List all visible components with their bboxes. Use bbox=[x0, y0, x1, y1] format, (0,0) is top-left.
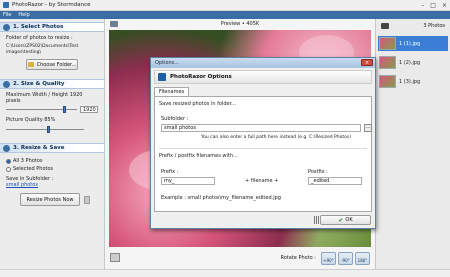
quality-track bbox=[6, 129, 84, 130]
resize-photos-label: Resize Photos Now bbox=[26, 196, 74, 203]
postfix-label: Postfix : bbox=[308, 169, 328, 175]
rotate-row: Rotate Photo : +90° -90° 180° bbox=[105, 249, 375, 267]
quality-label: Picture Quality 85% bbox=[6, 117, 56, 123]
ok-label: OK bbox=[345, 217, 353, 223]
photo-list-item[interactable]: 1 (3).jpg bbox=[378, 74, 448, 89]
toolbar-icon[interactable] bbox=[110, 21, 118, 27]
photo-filename: 1 (3).jpg bbox=[399, 78, 421, 85]
path-hint: You can also enter a full path here inst… bbox=[201, 135, 351, 140]
divider bbox=[159, 148, 367, 149]
window-controls: – □ × bbox=[421, 2, 447, 9]
max-size-input[interactable]: 1920 bbox=[80, 106, 98, 113]
window-title: PhotoRazor - by Stormdance bbox=[12, 2, 91, 8]
rotate-180-button[interactable]: 180° bbox=[355, 251, 370, 265]
subfolder-input[interactable]: small photos bbox=[161, 124, 361, 132]
folder-step-icon bbox=[3, 23, 10, 31]
options-dialog: Options... × PhotoRazor Options Filename… bbox=[150, 57, 376, 229]
left-panel: 1. Select Photos Folder of photos to res… bbox=[0, 19, 105, 269]
rotate-plus90-button[interactable]: +90° bbox=[321, 251, 336, 265]
step1-label: 1. Select Photos bbox=[13, 24, 64, 30]
maximize-button[interactable]: □ bbox=[430, 2, 436, 9]
prefix-section-label: Prefix / postfix filenames with... bbox=[159, 153, 238, 159]
step1-header: 1. Select Photos bbox=[0, 22, 104, 32]
max-size-row: 1920 bbox=[6, 106, 98, 113]
photo-thumbnail bbox=[379, 37, 396, 50]
radio-dot-checked bbox=[6, 158, 11, 164]
rotate-minus90-button[interactable]: -90° bbox=[338, 251, 353, 265]
photo-count: 3 Photos bbox=[423, 22, 445, 29]
minimize-button[interactable]: – bbox=[421, 2, 424, 9]
folder-icon bbox=[27, 62, 34, 67]
subfolder-link[interactable]: small photos bbox=[6, 182, 98, 188]
dialog-close-button[interactable]: × bbox=[361, 59, 373, 66]
photo-thumbnail bbox=[379, 75, 396, 88]
save-step-icon bbox=[3, 144, 10, 152]
app-icon bbox=[3, 2, 9, 8]
folder-path: C:\Users\ZPS02\Documents\Test images\tes… bbox=[6, 44, 79, 55]
postfix-input[interactable]: _edited bbox=[308, 177, 362, 185]
choose-folder-button[interactable]: Choose Folder... bbox=[26, 59, 78, 70]
quality-slider[interactable] bbox=[6, 126, 84, 133]
checkmark-icon: ✔ bbox=[338, 216, 344, 224]
resize-photos-button[interactable]: Resize Photos Now bbox=[20, 193, 80, 206]
prefix-input[interactable]: my_ bbox=[161, 177, 215, 185]
title-bar: PhotoRazor - by Stormdance – □ × bbox=[0, 0, 450, 11]
photorazor-logo-icon bbox=[158, 73, 166, 81]
subfolder-field-label: Subfolder : bbox=[161, 116, 189, 122]
step3-header: 3. Resize & Save bbox=[0, 143, 104, 153]
menu-file[interactable]: File bbox=[3, 12, 11, 18]
preview-label: Preview • 405K bbox=[220, 21, 260, 27]
max-size-track bbox=[6, 109, 77, 110]
filename-plus-label: + filename + bbox=[245, 178, 279, 184]
tab-filenames[interactable]: Filenames bbox=[154, 87, 190, 96]
quality-thumb[interactable] bbox=[46, 126, 50, 133]
dialog-banner-title: PhotoRazor Options bbox=[170, 74, 232, 80]
preview-bar: Preview • 405K bbox=[105, 19, 375, 29]
photos-header: 3 Photos bbox=[376, 19, 450, 32]
photo-list-item[interactable]: 1 (1).jpg bbox=[378, 36, 448, 51]
radio-dot bbox=[6, 166, 11, 172]
photo-thumbnail bbox=[379, 56, 396, 69]
photo-list-item[interactable]: 1 (2).jpg bbox=[378, 55, 448, 70]
radio-all-label: All 3 Photos bbox=[13, 158, 43, 164]
menu-help[interactable]: Help bbox=[18, 12, 29, 18]
dialog-title-bar: Options... × bbox=[151, 58, 375, 68]
resize-row: Resize Photos Now bbox=[6, 193, 98, 206]
ok-button[interactable]: ✔ OK bbox=[320, 215, 371, 225]
step1-section: Folder of photos to resize : C:\Users\ZP… bbox=[0, 32, 104, 73]
save-arrow-icon bbox=[84, 195, 90, 204]
step2-section: Maximum Width / Height 1920 pixels 1920 … bbox=[0, 89, 104, 136]
step2-label: 2. Size & Quality bbox=[13, 81, 65, 87]
radio-selected-label: Selected Photos bbox=[13, 166, 54, 172]
save-in-label: Save resized photos in folder... bbox=[159, 101, 236, 107]
photo-filename: 1 (1).jpg bbox=[399, 40, 421, 47]
photo-filename: 1 (2).jpg bbox=[399, 59, 421, 66]
photo-thumb-icon[interactable] bbox=[110, 253, 120, 262]
dialog-title: Options... bbox=[155, 60, 180, 66]
step3-section: All 3 Photos Selected Photos Save in Sub… bbox=[0, 153, 104, 209]
menu-bar: File Help bbox=[0, 11, 450, 19]
example-text: Example : small photos\my_filename_edite… bbox=[161, 195, 281, 201]
folder-label: Folder of photos to resize : bbox=[6, 35, 73, 41]
photos-list-panel: 3 Photos 1 (1).jpg 1 (2).jpg 1 (3).jpg bbox=[375, 19, 450, 269]
radio-all-photos[interactable]: All 3 Photos bbox=[6, 158, 98, 164]
max-size-label: Maximum Width / Height 1920 pixels bbox=[6, 92, 83, 104]
prefix-label: Prefix : bbox=[161, 169, 179, 175]
close-window-button[interactable]: × bbox=[442, 2, 447, 9]
dialog-tabs: Filenames bbox=[154, 87, 372, 96]
dialog-banner: PhotoRazor Options bbox=[154, 70, 372, 84]
status-bar bbox=[0, 269, 450, 277]
radio-selected-photos[interactable]: Selected Photos bbox=[6, 166, 98, 172]
size-step-icon bbox=[3, 80, 10, 88]
max-size-thumb[interactable] bbox=[62, 106, 66, 113]
browse-button[interactable]: ... bbox=[364, 124, 372, 132]
step3-label: 3. Resize & Save bbox=[13, 145, 65, 151]
filenames-tab-body: Save resized photos in folder... Subfold… bbox=[154, 96, 372, 212]
step2-header: 2. Size & Quality bbox=[0, 79, 104, 89]
choose-folder-label: Choose Folder... bbox=[36, 61, 77, 68]
max-size-slider[interactable] bbox=[6, 106, 77, 113]
grip-icon bbox=[314, 216, 319, 224]
filmstrip-icon bbox=[381, 22, 389, 29]
rotate-label: Rotate Photo : bbox=[280, 255, 317, 261]
